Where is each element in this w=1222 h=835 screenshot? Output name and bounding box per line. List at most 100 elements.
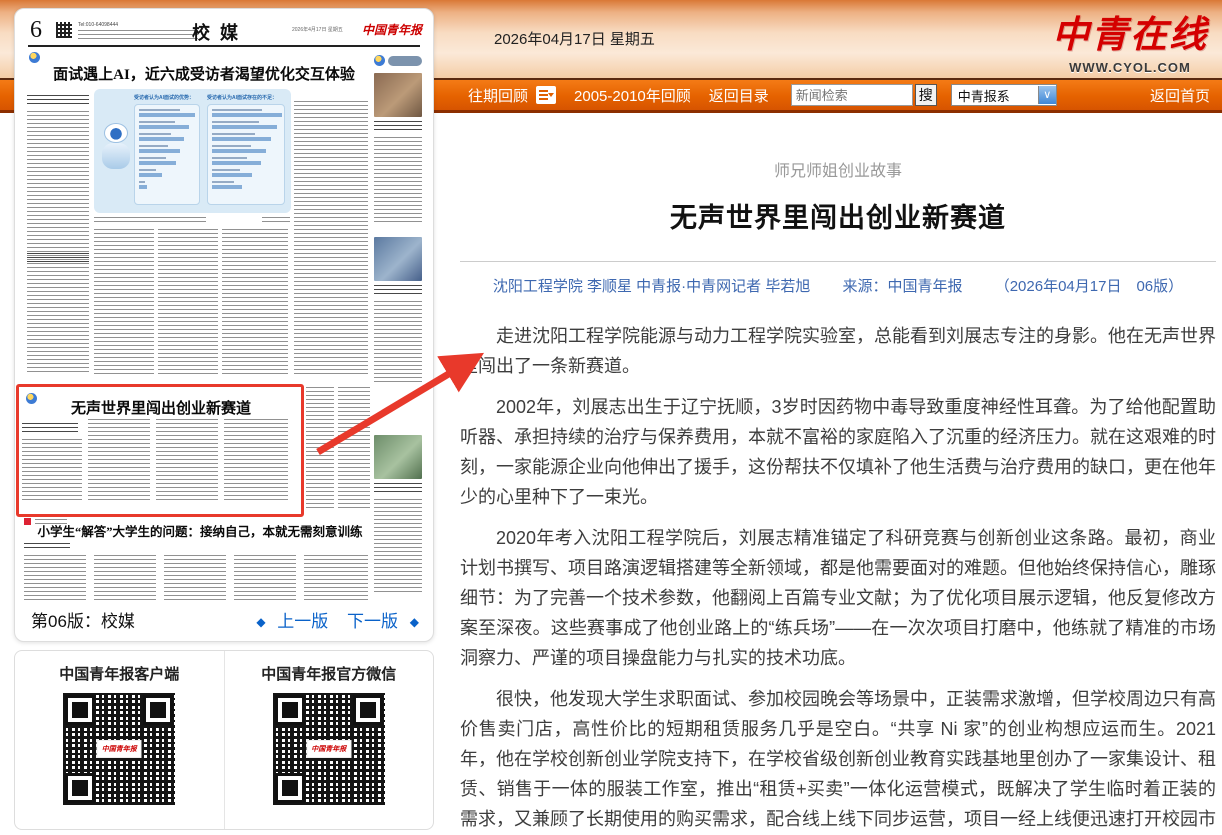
author-block bbox=[27, 95, 89, 107]
photo-caption bbox=[374, 121, 422, 132]
qr-finder bbox=[275, 773, 305, 803]
bar bbox=[212, 113, 282, 117]
chevron-down-icon: ∨ bbox=[1038, 86, 1056, 104]
paragraph: 2020年考入沈阳工程学院后，刘展志精准锚定了科研竞赛与创新创业这条路。最初，商… bbox=[460, 523, 1216, 673]
paper-headline-highlight: 无声世界里闯出创业新赛道 bbox=[38, 397, 284, 418]
text-column bbox=[156, 419, 218, 503]
qr-panel: 中国青年报客户端 中国青年报 中国青年报官方微信 中国青年报 bbox=[14, 650, 434, 830]
chart-right-panel bbox=[207, 104, 285, 205]
bar bbox=[212, 149, 266, 153]
qr-finder bbox=[353, 695, 383, 725]
chart-right-title: 受访者认为AI面试存在的不足： bbox=[207, 94, 277, 101]
infographic-caption bbox=[94, 217, 206, 222]
qr-wechat-cell: 中国青年报官方微信 中国青年报 bbox=[224, 651, 434, 829]
article-area: 师兄师姐创业故事 无声世界里闯出创业新赛道 沈阳工程学院 李顺星 中青报·中青网… bbox=[460, 113, 1216, 835]
site-logo-text: 中青在线 bbox=[1052, 4, 1208, 58]
nav-back-home[interactable]: 返回首页 bbox=[1150, 85, 1210, 106]
paper-section-title: 校媒 bbox=[192, 19, 248, 45]
robot-illustration bbox=[100, 123, 132, 173]
sidebar-badge bbox=[388, 56, 422, 66]
next-page-link[interactable]: 下一版 bbox=[347, 612, 398, 631]
sidebar-text bbox=[374, 499, 422, 595]
qr-code-app: 中国青年报 bbox=[63, 693, 175, 805]
qr-finder bbox=[65, 695, 95, 725]
bar bbox=[139, 137, 184, 141]
qr-code-wechat: 中国青年报 bbox=[273, 693, 385, 805]
text-column bbox=[88, 419, 150, 503]
author-block bbox=[24, 543, 70, 549]
bar bbox=[212, 125, 277, 129]
paper-date: 2026年4月17日 星期五 bbox=[292, 27, 343, 33]
byline-source: 来源：中国青年报 bbox=[843, 278, 963, 295]
text-column bbox=[22, 439, 82, 503]
nav-review-2005-2010[interactable]: 2005-2010年回顾 bbox=[574, 85, 691, 106]
image-credit bbox=[262, 217, 290, 222]
photo-caption bbox=[374, 285, 422, 296]
site-logo[interactable]: 中青在线 WWW.CYOL.COM bbox=[1052, 4, 1208, 75]
bar bbox=[139, 149, 180, 153]
qr-finder bbox=[275, 695, 305, 725]
text-column bbox=[306, 387, 334, 509]
newspaper-preview-card: 6 Tel:010-64098444 校媒 2026年4月17日 星期五 中国青… bbox=[14, 8, 434, 642]
paper-contact: Tel:010-64098444 bbox=[78, 22, 118, 28]
paper-masthead: 中国青年报 bbox=[362, 21, 422, 38]
nav-back-to-contents[interactable]: 返回目录 bbox=[709, 85, 769, 106]
article-body: 走进沈阳工程学院能源与动力工程学院实验室，总能看到刘展志专注的身影。他在无声世界… bbox=[460, 321, 1216, 835]
bar bbox=[139, 161, 176, 165]
byline-authors: 沈阳工程学院 李顺星 中青报·中青网记者 毕若旭 bbox=[493, 278, 811, 295]
nav-past-review[interactable]: 往期回顾 bbox=[468, 85, 528, 106]
header-rule bbox=[28, 45, 420, 47]
chart-left-panel bbox=[134, 104, 200, 205]
editor-info-lines bbox=[78, 30, 198, 40]
text-column bbox=[94, 555, 156, 601]
bar bbox=[139, 113, 195, 117]
prev-page-link[interactable]: 上一版 bbox=[277, 612, 328, 631]
text-column bbox=[27, 111, 89, 375]
sidebar-photo bbox=[374, 237, 422, 281]
site-date: 2026年04月17日 星期五 bbox=[494, 28, 655, 49]
mascot-icon bbox=[29, 52, 40, 63]
byline-issue: （2026年04月17日 06版） bbox=[995, 278, 1183, 295]
text-column bbox=[224, 419, 288, 503]
page-number: 6 bbox=[30, 17, 42, 44]
qr-finder bbox=[143, 695, 173, 725]
text-column bbox=[294, 101, 368, 375]
article-kicker: 师兄师姐创业故事 bbox=[460, 157, 1216, 181]
text-column bbox=[234, 555, 296, 601]
paper-footer: 第06版：校媒 ◆ 上一版 下一版 ◆ bbox=[15, 605, 433, 633]
sidebar-photo bbox=[374, 435, 422, 479]
search-input[interactable] bbox=[791, 84, 913, 106]
bar bbox=[212, 161, 261, 165]
bar bbox=[139, 125, 189, 129]
bar bbox=[139, 173, 162, 177]
qr-finder bbox=[65, 773, 95, 803]
sidebar-text bbox=[374, 301, 422, 385]
newspaper-page-thumbnail[interactable]: 6 Tel:010-64098444 校媒 2026年4月17日 星期五 中国青… bbox=[24, 15, 424, 601]
paper-headline-main: 面试遇上AI，近六成受访者渴望优化交互体验 bbox=[34, 63, 374, 84]
qr-app-cell: 中国青年报客户端 中国青年报 bbox=[15, 651, 224, 829]
chart-left-title: 受访者认为AI面试的优势： bbox=[134, 94, 194, 101]
site-logo-url: WWW.CYOL.COM bbox=[1052, 60, 1208, 75]
photo-caption bbox=[374, 483, 422, 494]
qr-wechat-label: 中国青年报官方微信 bbox=[225, 663, 434, 684]
edition-select[interactable]: 中青报系 ∨ bbox=[951, 84, 1057, 106]
edition-select-value: 中青报系 bbox=[952, 86, 1038, 105]
mascot-icon bbox=[374, 55, 385, 66]
prev-diamond-icon: ◆ bbox=[256, 615, 265, 629]
text-column bbox=[24, 555, 86, 601]
article-byline: 沈阳工程学院 李顺星 中青报·中青网记者 毕若旭 来源：中国青年报 （2026年… bbox=[460, 275, 1216, 296]
text-column bbox=[94, 229, 154, 375]
ai-interview-infographic: 受访者认为AI面试的优势： 受访者认为AI面试存在的不足： bbox=[94, 89, 291, 213]
qr-center-logo: 中国青年报 bbox=[97, 740, 142, 758]
mascot-icon bbox=[26, 393, 37, 404]
sub-headline bbox=[27, 253, 89, 262]
calendar-list-icon[interactable] bbox=[536, 86, 556, 104]
author-block bbox=[22, 423, 78, 434]
mini-qr-icon bbox=[56, 22, 72, 38]
text-column bbox=[222, 229, 288, 375]
edition-label: 第06版：校媒 bbox=[31, 607, 135, 632]
search-button[interactable]: 搜 bbox=[915, 84, 937, 106]
bar bbox=[212, 185, 242, 189]
text-column bbox=[304, 555, 368, 601]
article-title: 无声世界里闯出创业新赛道 bbox=[460, 196, 1216, 235]
